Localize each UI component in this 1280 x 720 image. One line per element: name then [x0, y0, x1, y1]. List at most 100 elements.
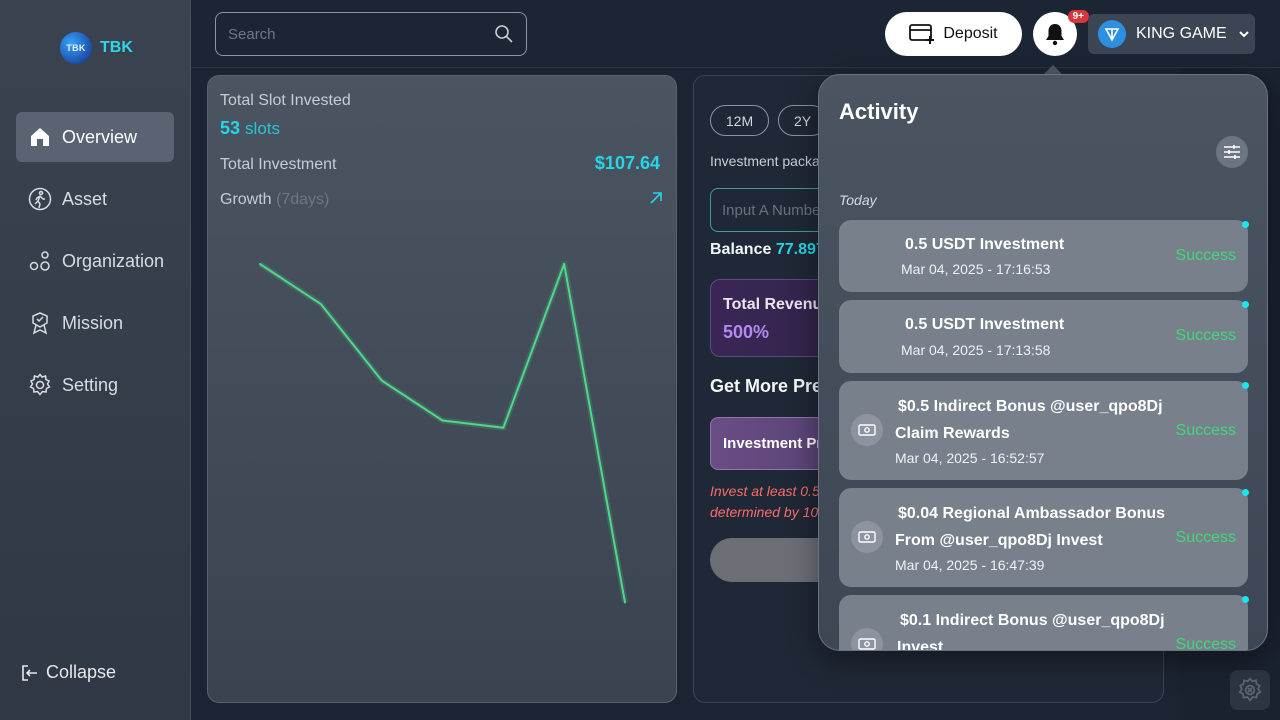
activity-item[interactable]: $0.04 Regional Ambassador Bonus From @us… — [839, 488, 1249, 587]
medal-icon — [32, 312, 48, 335]
sliders-icon — [1224, 145, 1240, 159]
growth-chart — [258, 261, 628, 604]
activity-status: Success — [1175, 422, 1236, 439]
deposit-button[interactable]: Deposit — [885, 12, 1022, 56]
unread-dot — [1242, 489, 1249, 496]
slot-title: Total Slot Invested — [220, 92, 351, 109]
balance: Balance 77.897 — [710, 241, 825, 259]
warning-line-1: Invest at least 0.5 — [710, 483, 820, 499]
sidebar-item-setting[interactable]: Setting — [16, 360, 174, 410]
sidebar-item-label: Mission — [62, 312, 124, 333]
bell-icon — [1046, 24, 1064, 46]
growth-point — [380, 379, 383, 382]
slot-count: 53 — [220, 118, 241, 138]
package-label: Investment packag — [710, 153, 828, 169]
investment-value: $107.64 — [594, 153, 660, 173]
slot-unit: slots — [245, 119, 281, 138]
account-name: KING GAME — [1136, 25, 1227, 42]
activity-title: Activity — [839, 99, 919, 124]
growth-title: Growth (7days) — [220, 191, 329, 209]
activity-text: 0.5 USDT Investment — [905, 236, 1065, 253]
activity-item[interactable]: $0.5 Indirect Bonus @user_qpo8Dj Claim R… — [839, 381, 1249, 480]
account-menu[interactable]: KING GAME — [1088, 14, 1255, 54]
account-avatar — [1098, 20, 1126, 48]
activity-subtext: From @user_qpo8Dj Invest — [895, 532, 1103, 549]
activity-time: Mar 04, 2025 - 16:52:57 — [895, 450, 1045, 466]
logo-badge: TBK — [60, 32, 92, 64]
notification-badge: 9+ — [1067, 10, 1089, 23]
activity-text: $0.1 Indirect Bonus @user_qpo8Dj — [900, 612, 1165, 629]
activity-item[interactable]: 0.5 USDT Investment Mar 04, 2025 - 17:13… — [839, 300, 1249, 373]
sidebar-item-label: Setting — [62, 374, 119, 395]
unread-dot — [1242, 301, 1249, 308]
brand-name: TBK — [100, 39, 133, 56]
search-box — [215, 12, 527, 56]
activity-status: Success — [1175, 529, 1236, 546]
gear-icon — [29, 373, 51, 396]
search-icon[interactable] — [494, 24, 514, 44]
logo[interactable]: TBK TBK — [60, 32, 133, 64]
growth-point — [259, 263, 261, 265]
gear-icon — [1238, 677, 1262, 702]
sidebar-item-label: Asset — [62, 188, 108, 209]
person-walk-icon — [28, 187, 52, 211]
investment-summary-card: Total Slot Invested 53 slots Total Inves… — [207, 75, 677, 703]
activity-subtext: Claim Rewards — [895, 425, 1010, 442]
collapse-button[interactable]: Collapse — [20, 662, 116, 683]
activity-text: $0.5 Indirect Bonus @user_qpo8Dj — [898, 398, 1163, 415]
growth-point — [624, 601, 626, 604]
settings-fab[interactable] — [1230, 670, 1270, 710]
chevron-down-icon — [1238, 31, 1249, 38]
activity-time: Mar 04, 2025 - 17:16:53 — [901, 261, 1051, 277]
cash-icon — [851, 414, 883, 446]
home-icon — [31, 128, 49, 146]
activity-item[interactable]: 0.5 USDT Investment Mar 04, 2025 - 17:16… — [839, 220, 1249, 292]
growth-point — [563, 263, 566, 265]
unread-dot — [1242, 221, 1249, 228]
get-more-title: Get More Pre — [710, 376, 823, 396]
arrow-up-right-icon[interactable] — [648, 190, 664, 206]
activity-status: Success — [1175, 327, 1236, 344]
sidebar: TBK TBK Overview Asset Organization Miss… — [0, 0, 191, 720]
unread-dot — [1242, 596, 1249, 603]
activity-time: Mar 04, 2025 - 17:13:58 — [901, 342, 1051, 358]
sidebar-item-mission[interactable]: Mission — [16, 298, 174, 348]
activity-text: 0.5 USDT Investment — [905, 316, 1065, 333]
sidebar-item-label: Overview — [62, 126, 138, 147]
triangle-logo-icon — [1104, 28, 1120, 42]
deposit-label: Deposit — [943, 25, 998, 42]
investment-title: Total Investment — [220, 156, 337, 173]
investment-warning: Invest at least 0.5 determined by 10 — [710, 481, 820, 523]
activity-subtext: Invest — [897, 639, 944, 651]
cash-icon — [851, 521, 883, 553]
balance-label: Balance — [710, 241, 772, 258]
revenue-value: 500% — [723, 322, 770, 342]
section-today: Today — [839, 192, 877, 208]
activity-list: 0.5 USDT Investment Mar 04, 2025 - 17:16… — [839, 220, 1249, 651]
slot-value: 53 slots — [220, 118, 280, 139]
unread-dot — [1242, 382, 1249, 389]
top-bar: Deposit 9+ KING GAME — [191, 0, 1280, 68]
activity-time: Mar 04, 2025 - 16:47:39 — [895, 557, 1045, 573]
collapse-icon — [22, 664, 37, 681]
organization-icon — [29, 251, 50, 271]
notification-button[interactable]: 9+ — [1033, 10, 1089, 56]
growth-point — [319, 303, 322, 306]
sidebar-item-overview[interactable]: Overview — [16, 112, 174, 162]
filter-button[interactable] — [1216, 136, 1248, 168]
sidebar-item-label: Organization — [62, 250, 165, 271]
growth-point — [502, 426, 505, 429]
activity-status: Success — [1175, 247, 1236, 264]
sidebar-item-organization[interactable]: Organization — [16, 236, 174, 286]
growth-line-glow — [258, 261, 628, 604]
revenue-title: Total Revenue — [723, 296, 832, 313]
search-input[interactable] — [216, 13, 476, 55]
activity-item[interactable]: $0.1 Indirect Bonus @user_qpo8Dj Invest … — [839, 595, 1249, 651]
sidebar-item-asset[interactable]: Asset — [16, 174, 174, 224]
warning-line-2: determined by 10 — [710, 504, 819, 520]
growth-point — [441, 419, 444, 422]
sidebar-nav: Overview Asset Organization Mission Sett… — [16, 112, 174, 422]
period-12m-button[interactable]: 12M — [710, 105, 769, 136]
card-plus-icon — [909, 24, 935, 44]
activity-popover: Activity Today 0.5 USDT Investment Mar 0… — [818, 74, 1268, 651]
